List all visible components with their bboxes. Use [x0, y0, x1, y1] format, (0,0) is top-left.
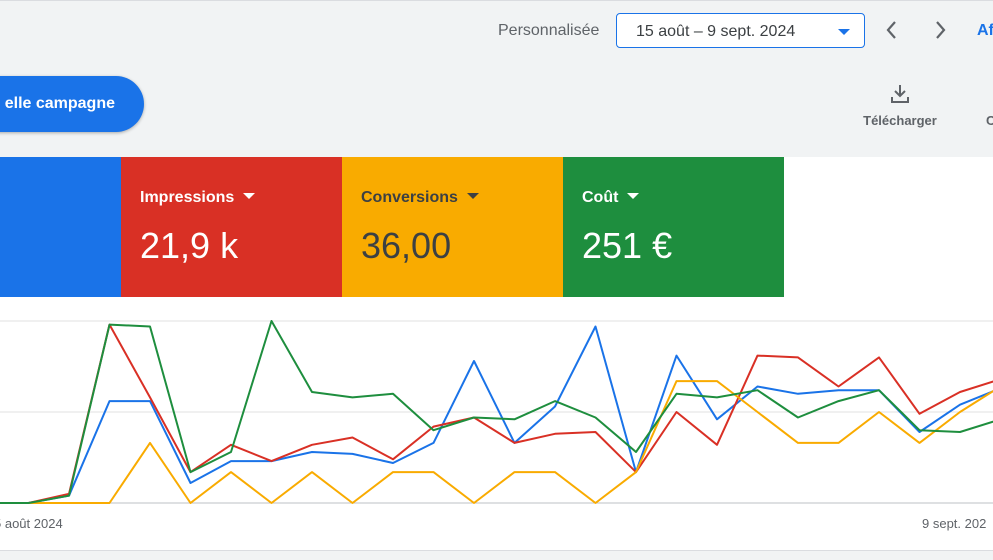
apply-link-partial[interactable]: Af: [977, 22, 993, 40]
range-type-label: Personnalisée: [498, 22, 600, 39]
metric-card-conversions[interactable]: Conversions 36,00: [342, 157, 563, 297]
metric-name[interactable]: Conversions: [361, 189, 479, 207]
metric-value: 36,00: [361, 225, 452, 266]
metric-name[interactable]: Coût: [582, 189, 640, 207]
previous-period-button[interactable]: [880, 18, 904, 42]
series-line-0: [0, 325, 993, 504]
toolbar-item-partial[interactable]: C: [986, 113, 993, 128]
bottom-divider: [0, 550, 993, 551]
download-label: Télécharger: [863, 113, 937, 128]
metric-card-cost[interactable]: Coût 251 €: [563, 157, 784, 297]
x-axis-end-label: 9 sept. 202: [922, 516, 987, 531]
performance-line-chart: [0, 320, 993, 504]
top-divider: [0, 0, 993, 1]
metric-card-clicks[interactable]: [0, 157, 121, 297]
download-button[interactable]: Télécharger: [856, 80, 944, 136]
download-icon: [891, 85, 909, 103]
date-range-value: 15 août – 9 sept. 2024: [636, 23, 796, 40]
metric-card-impressions[interactable]: Impressions 21,9 k: [121, 157, 342, 297]
new-campaign-button[interactable]: elle campagne: [0, 76, 144, 132]
metric-value: 251 €: [582, 225, 673, 266]
metric-value: 21,9 k: [140, 225, 239, 266]
series-line-1: [0, 323, 993, 504]
new-campaign-label: elle campagne: [4, 95, 115, 112]
x-axis-start-label: 5 août 2024: [0, 516, 63, 531]
date-range-picker[interactable]: 15 août – 9 sept. 2024: [616, 13, 865, 48]
dropdown-arrow-icon: [243, 192, 256, 199]
chart-grid: [0, 320, 993, 504]
next-period-button[interactable]: [928, 18, 952, 42]
chevron-right-icon: [936, 21, 946, 39]
dropdown-arrow-icon: [627, 192, 640, 199]
dropdown-caret-icon: [838, 29, 850, 35]
metric-name[interactable]: Impressions: [140, 189, 256, 207]
chevron-left-icon: [886, 21, 896, 39]
dropdown-arrow-icon: [466, 192, 479, 199]
